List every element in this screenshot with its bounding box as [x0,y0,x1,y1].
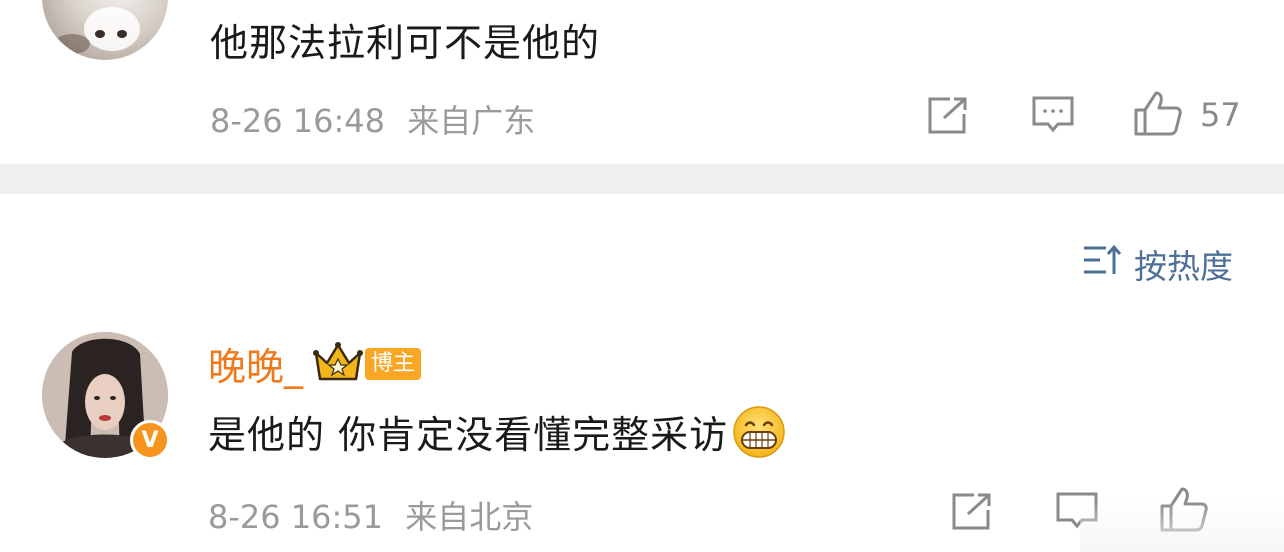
comment-meta: 8-26 16:48 来自广东 [210,96,535,142]
user-row: 晚晚_ 博主 [208,336,422,391]
comment-text: 是他的 你肯定没看懂完整采访 [208,413,729,457]
blogger-badge: 博主 [365,347,422,380]
blur-overlay [1080,500,1284,552]
comment-meta: 8-26 16:51 来自北京 [208,492,533,538]
section-divider [0,164,1284,194]
sort-toggle[interactable]: 按热度 [1084,240,1233,288]
username[interactable]: 晚晚_ [208,336,303,391]
grinning-emoji [732,405,786,459]
comment-time: 8-26 16:51 [208,498,384,536]
comment-location: 来自广东 [407,102,536,140]
comment-text: 他那法拉利可不是他的 [210,21,601,65]
crown-icon [313,341,364,387]
like-icon[interactable] [1134,90,1182,136]
verified-badge: V [130,420,170,460]
comment-time: 8-26 16:48 [210,102,386,140]
sort-label: 按热度 [1134,247,1233,286]
comment-location: 来自北京 [405,498,534,536]
share-icon[interactable] [928,96,968,134]
comment-body: 是他的 你肯定没看懂完整采访 [208,404,786,459]
like-count: 57 [1200,96,1241,134]
avatar[interactable] [42,0,168,60]
comment-icon[interactable] [1032,96,1074,136]
sort-icon [1084,244,1122,284]
share-icon[interactable] [952,492,992,530]
